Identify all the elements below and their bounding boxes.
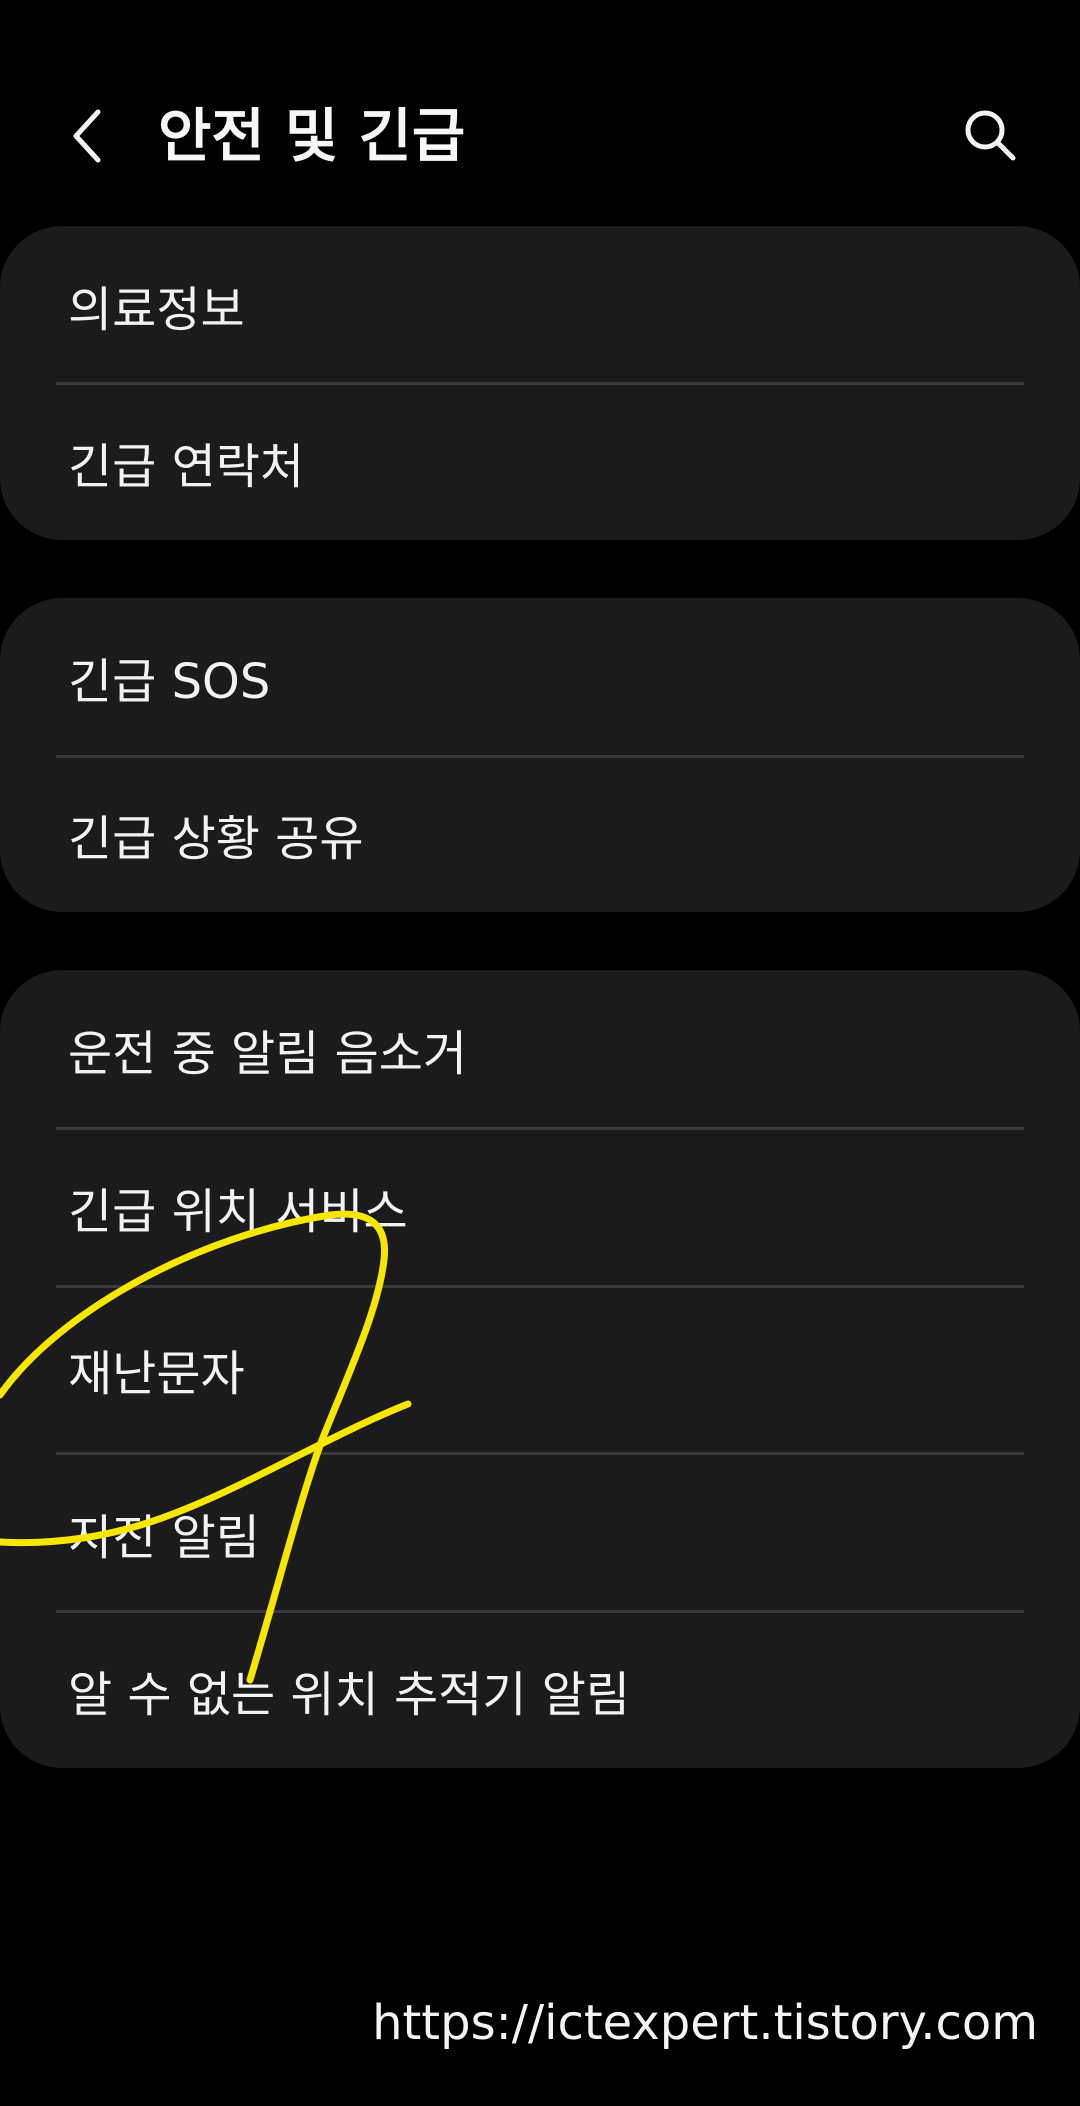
settings-group-medical: 의료정보 긴급 연락처 bbox=[0, 226, 1080, 540]
list-item-emergency-sos[interactable]: 긴급 SOS bbox=[0, 598, 1080, 756]
list-item-label: 운전 중 알림 음소거 bbox=[68, 1026, 468, 1082]
search-icon bbox=[965, 110, 1016, 161]
watermark-url: https://ictexpert.tistory.com bbox=[372, 1995, 1038, 2051]
back-button[interactable] bbox=[58, 96, 118, 176]
list-item-driving-mute[interactable]: 운전 중 알림 음소거 bbox=[0, 970, 1080, 1128]
chevron-left-icon bbox=[73, 109, 101, 163]
page-title: 안전 및 긴급 bbox=[158, 102, 466, 170]
list-item-medical-info[interactable]: 의료정보 bbox=[0, 226, 1080, 384]
list-item-label: 지진 알림 bbox=[68, 1510, 260, 1566]
list-item-label: 긴급 SOS bbox=[68, 654, 271, 710]
list-item-emergency-contacts[interactable]: 긴급 연락처 bbox=[0, 384, 1080, 540]
list-item-label: 알 수 없는 위치 추적기 알림 bbox=[68, 1667, 631, 1723]
search-button[interactable] bbox=[955, 98, 1025, 172]
list-item-disaster-messages[interactable]: 재난문자 bbox=[0, 1286, 1080, 1452]
settings-group-alerts: 운전 중 알림 음소거 긴급 위치 서비스 재난문자 지진 알림 알 수 없는 … bbox=[0, 970, 1080, 1768]
app-bar: 안전 및 긴급 bbox=[0, 0, 1080, 225]
list-item-label: 긴급 상황 공유 bbox=[68, 811, 364, 867]
list-item-label: 긴급 위치 서비스 bbox=[68, 1184, 408, 1240]
list-item-label: 의료정보 bbox=[68, 282, 245, 338]
list-item-label: 긴급 연락처 bbox=[68, 439, 305, 495]
settings-group-sos: 긴급 SOS 긴급 상황 공유 bbox=[0, 598, 1080, 912]
list-item-emergency-sharing[interactable]: 긴급 상황 공유 bbox=[0, 756, 1080, 912]
list-item-unknown-tracker-alerts[interactable]: 알 수 없는 위치 추적기 알림 bbox=[0, 1612, 1080, 1768]
list-item-earthquake-alerts[interactable]: 지진 알림 bbox=[0, 1454, 1080, 1612]
list-item-label: 재난문자 bbox=[68, 1346, 245, 1402]
list-item-emergency-location[interactable]: 긴급 위치 서비스 bbox=[0, 1128, 1080, 1286]
